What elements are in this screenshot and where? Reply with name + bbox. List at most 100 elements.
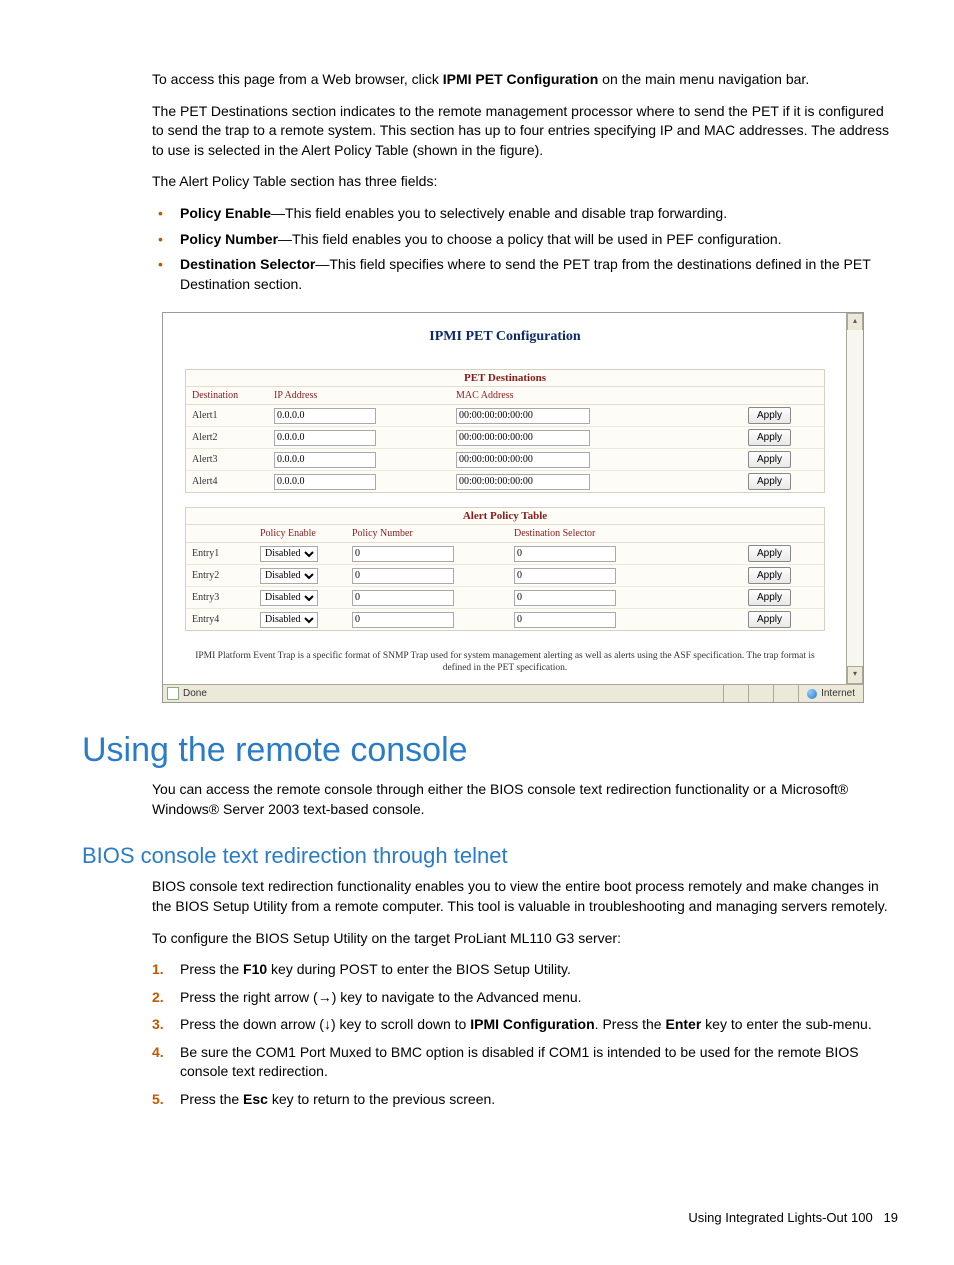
alert-policy-table: Policy Enable Policy Number Destination …: [186, 524, 824, 630]
apply-button[interactable]: Apply: [748, 429, 791, 446]
list-item: Policy Enable—This field enables you to …: [152, 204, 898, 224]
apply-button[interactable]: Apply: [748, 611, 791, 628]
table-row: Alert4 Apply: [186, 471, 824, 493]
intro-paragraph-3: The Alert Policy Table section has three…: [152, 172, 898, 192]
table-header-row: Policy Enable Policy Number Destination …: [186, 525, 824, 543]
scroll-down-icon[interactable]: ▾: [847, 666, 863, 684]
figure-title: IPMI PET Configuration: [185, 329, 825, 345]
enable-select[interactable]: Disabled: [260, 568, 318, 584]
table-row: Alert2 Apply: [186, 427, 824, 449]
apply-button[interactable]: Apply: [748, 407, 791, 424]
browser-statusbar: Done Internet: [163, 684, 863, 702]
heading-bios-telnet: BIOS console text redirection through te…: [82, 843, 898, 869]
enable-select[interactable]: Disabled: [260, 590, 318, 606]
text: key to enter the sub-menu.: [701, 1016, 871, 1032]
status-zone: Internet: [821, 685, 855, 702]
scroll-track[interactable]: [847, 330, 863, 667]
ip-input[interactable]: [274, 452, 376, 468]
dest-selector-input[interactable]: [514, 568, 616, 584]
text: key during POST to enter the BIOS Setup …: [267, 961, 571, 977]
table-row: Alert1 Apply: [186, 405, 824, 427]
intro-paragraph-1: To access this page from a Web browser, …: [152, 70, 898, 90]
scrollbar[interactable]: ▴ ▾: [846, 313, 863, 684]
col-policy-number: Policy Number: [346, 525, 508, 543]
policy-number-input[interactable]: [352, 590, 454, 606]
term: Policy Enable: [180, 205, 271, 221]
table-header-row: Destination IP Address MAC Address: [186, 387, 824, 405]
apply-button[interactable]: Apply: [748, 567, 791, 584]
footer-text: Using Integrated Lights-Out 100: [688, 1210, 872, 1225]
desc: —This field enables you to selectively e…: [271, 205, 727, 221]
dest-label: Alert1: [186, 405, 268, 427]
entry-label: Entry4: [186, 609, 254, 631]
text: Press the down arrow (↓) key to scroll d…: [180, 1016, 470, 1032]
desc: —This field enables you to choose a poli…: [278, 231, 782, 247]
dest-selector-input[interactable]: [514, 590, 616, 606]
policy-number-input[interactable]: [352, 568, 454, 584]
text: To access this page from a Web browser, …: [152, 71, 443, 87]
intro-paragraph-2: The PET Destinations section indicates t…: [152, 102, 898, 161]
apply-button[interactable]: Apply: [748, 589, 791, 606]
dest-selector-input[interactable]: [514, 546, 616, 562]
text: Press the: [180, 1091, 243, 1107]
text: on the main menu navigation bar.: [598, 71, 809, 87]
entry-label: Entry3: [186, 587, 254, 609]
screenshot-figure: ▴ ▾ IPMI PET Configuration PET Destinati…: [162, 312, 864, 703]
mac-input[interactable]: [456, 474, 590, 490]
field-list: Policy Enable—This field enables you to …: [152, 204, 898, 294]
mac-input[interactable]: [456, 452, 590, 468]
dest-label: Alert2: [186, 427, 268, 449]
statusbar-segment: [773, 685, 798, 702]
scroll-up-icon[interactable]: ▴: [847, 313, 863, 331]
pet-destinations-section: PET Destinations Destination IP Address …: [185, 369, 825, 493]
dest-selector-input[interactable]: [514, 612, 616, 628]
mac-input[interactable]: [456, 408, 590, 424]
section-title: Alert Policy Table: [186, 508, 824, 524]
ip-input[interactable]: [274, 430, 376, 446]
term: Destination Selector: [180, 256, 315, 272]
bios-paragraph-2: To configure the BIOS Setup Utility on t…: [152, 929, 898, 949]
apply-button[interactable]: Apply: [748, 451, 791, 468]
table-row: Alert3 Apply: [186, 449, 824, 471]
term: Policy Number: [180, 231, 278, 247]
ip-input[interactable]: [274, 408, 376, 424]
col-action: [742, 525, 824, 543]
dest-label: Alert3: [186, 449, 268, 471]
policy-number-input[interactable]: [352, 612, 454, 628]
col-entry: [186, 525, 254, 543]
list-item: Destination Selector—This field specifie…: [152, 255, 898, 294]
step-item: Be sure the COM1 Port Muxed to BMC optio…: [152, 1043, 898, 1082]
heading-using-remote-console: Using the remote console: [82, 731, 898, 770]
remote-console-paragraph: You can access the remote console throug…: [152, 780, 898, 819]
status-done: Done: [183, 685, 207, 702]
step-item: Press the F10 key during POST to enter t…: [152, 960, 898, 980]
mac-input[interactable]: [456, 430, 590, 446]
policy-number-input[interactable]: [352, 546, 454, 562]
page-number: 19: [884, 1210, 898, 1225]
text: Press the: [180, 961, 243, 977]
table-row: Entry3 Disabled Apply: [186, 587, 824, 609]
table-row: Entry4 Disabled Apply: [186, 609, 824, 631]
step-item: Press the right arrow (→) key to navigat…: [152, 988, 898, 1008]
text-bold: IPMI PET Configuration: [443, 71, 599, 87]
section-title: PET Destinations: [186, 370, 824, 386]
ip-input[interactable]: [274, 474, 376, 490]
text: key to return to the previous screen.: [268, 1091, 495, 1107]
figure-note: IPMI Platform Event Trap is a specific f…: [185, 645, 825, 678]
col-mac: MAC Address: [450, 387, 742, 405]
text-bold: IPMI Configuration: [470, 1016, 594, 1032]
col-destination: Destination: [186, 387, 268, 405]
statusbar-segment: [748, 685, 773, 702]
enable-select[interactable]: Disabled: [260, 546, 318, 562]
dest-label: Alert4: [186, 471, 268, 493]
apply-button[interactable]: Apply: [748, 473, 791, 490]
col-enable: Policy Enable: [254, 525, 346, 543]
list-item: Policy Number—This field enables you to …: [152, 230, 898, 250]
entry-label: Entry2: [186, 565, 254, 587]
col-action: [742, 387, 824, 405]
page-icon: [167, 687, 179, 700]
apply-button[interactable]: Apply: [748, 545, 791, 562]
enable-select[interactable]: Disabled: [260, 612, 318, 628]
page-footer: Using Integrated Lights-Out 100 19: [82, 1210, 898, 1225]
step-item: Press the down arrow (↓) key to scroll d…: [152, 1015, 898, 1035]
